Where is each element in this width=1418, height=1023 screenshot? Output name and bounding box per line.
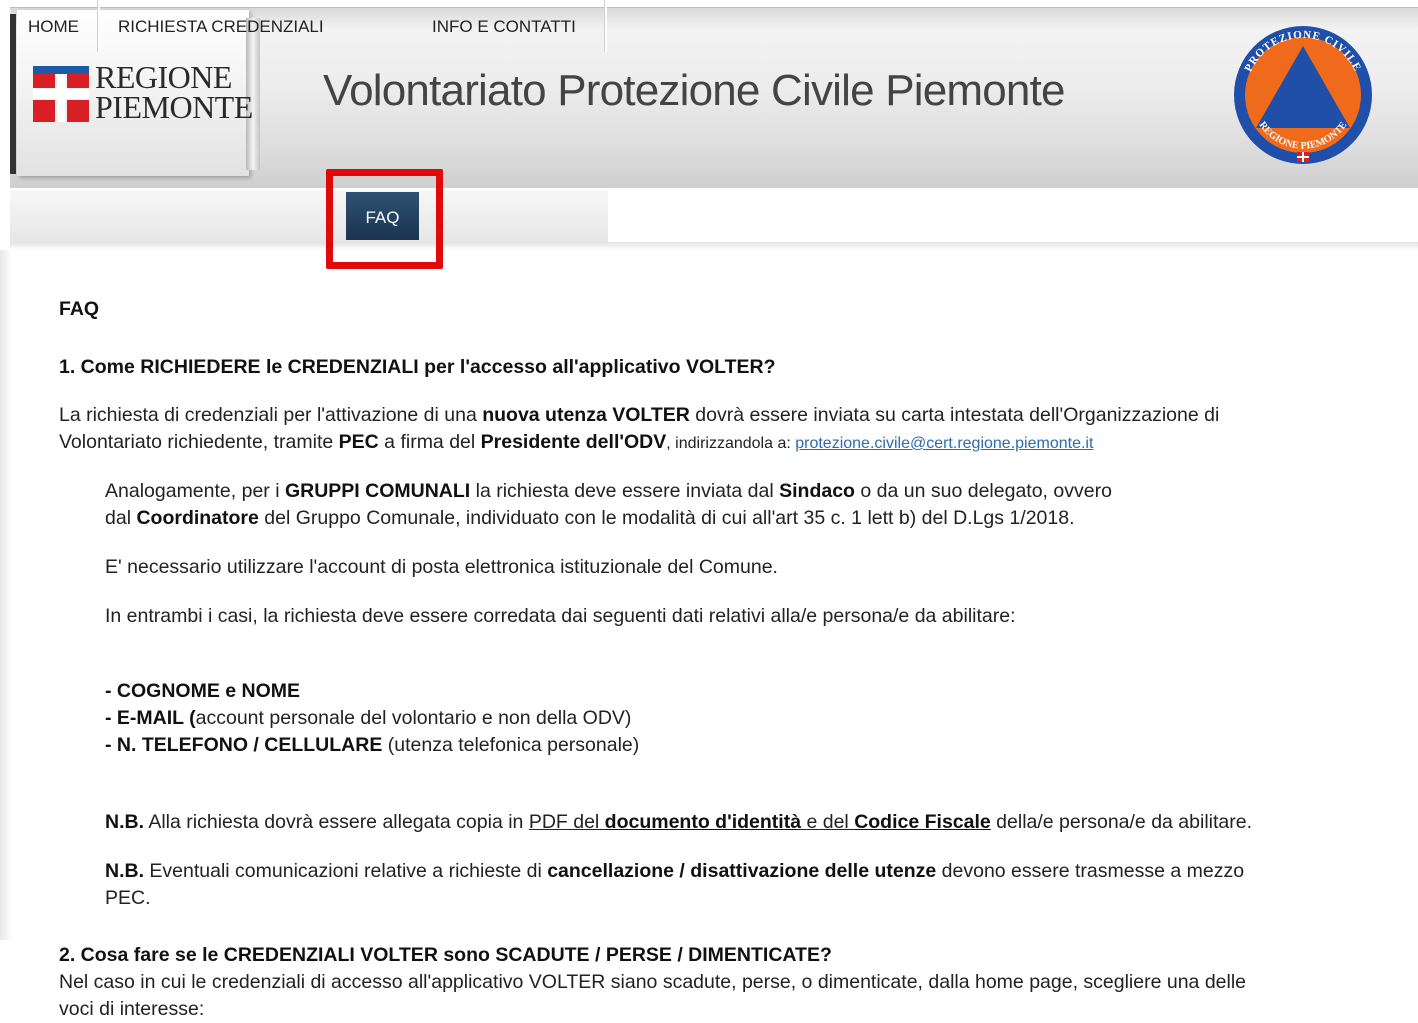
faq-question-2: 2. Cosa fare se le CREDENZIALI VOLTER so… (59, 944, 832, 966)
nav-shadow (10, 242, 1418, 250)
nav-divider (604, 0, 607, 52)
region-line-2: PIEMONTE (95, 89, 253, 125)
nav-info-contatti[interactable]: INFO E CONTATTI (432, 0, 576, 52)
q2-answer-line-2: voci di interesse: (59, 998, 205, 1020)
faq-question-1: 1. Come RICHIEDERE le CREDENZIALI per l'… (59, 356, 776, 378)
q1-paragraph-2-line-1: Analogamente, per i GRUPPI COMUNALI la r… (105, 480, 1112, 502)
header-edge (10, 14, 16, 174)
region-name: REGIONE PIEMONTE (95, 59, 253, 125)
note-2-line-1: N.B. Eventuali comunicazioni relative a … (105, 860, 1245, 882)
nav-divider (97, 0, 100, 52)
content-left-edge (0, 250, 12, 940)
nav-richiesta-credenziali[interactable]: RICHIESTA CREDENZIALI (118, 0, 324, 52)
site-title: Volontariato Protezione Civile Piemonte (323, 66, 1065, 115)
note-1: N.B. Alla richiesta dovrà essere allegat… (105, 811, 1253, 833)
q1-paragraph-4: In entrambi i casi, la richiesta deve es… (105, 605, 1016, 627)
q1-paragraph-2-line-2: dal Coordinatore del Gruppo Comunale, in… (105, 507, 1075, 529)
faq-title: FAQ (59, 298, 100, 320)
piemonte-flag-icon (33, 66, 89, 122)
required-data-item-1: - COGNOME e NOME (105, 680, 301, 702)
q1-paragraph-1-line-1: La richiesta di credenziali per l'attiva… (59, 404, 1220, 426)
nav-home[interactable]: HOME (28, 0, 79, 52)
main-nav (10, 190, 608, 242)
q2-answer-line-1: Nel caso in cui le credenziali di access… (59, 971, 1247, 993)
required-data-item-3: - N. TELEFONO / CELLULARE (utenza telefo… (105, 734, 640, 756)
pec-email-link[interactable]: protezione.civile@cert.regione.piemonte.… (795, 435, 1093, 452)
region-line-1: REGIONE (95, 59, 232, 95)
q1-paragraph-3: E' necessario utilizzare l'account di po… (105, 556, 778, 578)
protezione-civile-emblem-icon: PROTEZIONE CIVILE REGIONE PIEMONTE (1234, 26, 1372, 164)
note-2-line-2: PEC. (105, 887, 151, 909)
required-data-item-2: - E-MAIL (account personale del volontar… (105, 707, 632, 729)
q1-paragraph-1-line-2: Volontariato richiedente, tramite PEC a … (59, 431, 1094, 453)
faq-highlight-box (326, 169, 443, 269)
